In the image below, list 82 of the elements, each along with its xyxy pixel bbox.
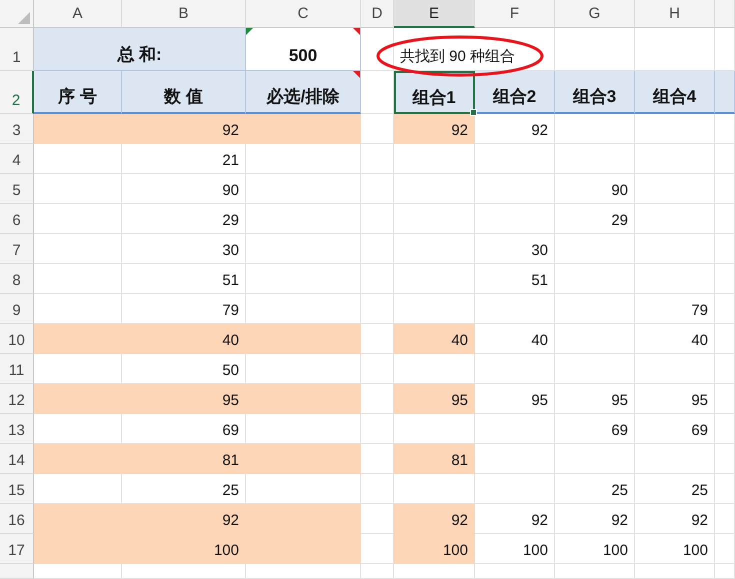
column-header[interactable]: [715, 0, 735, 28]
table-cell: 100: [394, 534, 475, 564]
table-cell: 92: [122, 504, 246, 534]
column-header[interactable]: E: [394, 0, 475, 28]
row-header[interactable]: 13: [0, 414, 34, 444]
table-cell: 79: [122, 294, 246, 324]
header-cell[interactable]: 组合3: [555, 71, 635, 114]
table-cell: 100: [635, 534, 715, 564]
header-cell: 序 号: [34, 71, 122, 114]
table-cell: 90: [555, 174, 635, 204]
column-header[interactable]: C: [246, 0, 361, 28]
table-cell: 90: [122, 174, 246, 204]
row-header[interactable]: 12: [0, 384, 34, 414]
table-cell: 69: [555, 414, 635, 444]
table-cell: 100: [122, 534, 246, 564]
table-cell: 92: [475, 504, 555, 534]
table-cell: 81: [122, 444, 246, 474]
table-cell: 50: [122, 354, 246, 384]
row-header[interactable]: 11: [0, 354, 34, 384]
total-cell: 500: [246, 28, 361, 71]
row-header[interactable]: 7: [0, 234, 34, 264]
row-header[interactable]: 4: [0, 144, 34, 174]
row-header[interactable]: 16: [0, 504, 34, 534]
column-header[interactable]: D: [361, 0, 394, 28]
column-header[interactable]: F: [475, 0, 555, 28]
table-cell: 79: [635, 294, 715, 324]
table-cell: 92: [555, 504, 635, 534]
table-cell: 51: [122, 264, 246, 294]
table-cell: 29: [122, 204, 246, 234]
row-header[interactable]: [0, 564, 34, 579]
table-cell: 69: [635, 414, 715, 444]
corner-triangle-icon: [18, 12, 30, 24]
fill-handle[interactable]: [470, 109, 477, 116]
row-header[interactable]: 15: [0, 474, 34, 504]
column-header[interactable]: H: [635, 0, 715, 28]
header-cell[interactable]: 组合4: [635, 71, 715, 114]
table-cell: 100: [555, 534, 635, 564]
result-cell: 共找到 90 种组合: [394, 28, 555, 71]
column-header[interactable]: B: [122, 0, 246, 28]
table-cell: 92: [475, 114, 555, 144]
header-cell[interactable]: 组合2: [475, 71, 555, 114]
table-cell: 69: [122, 414, 246, 444]
table-cell: 95: [475, 384, 555, 414]
row-header[interactable]: 17: [0, 534, 34, 564]
table-cell: 30: [475, 234, 555, 264]
table-cell: 30: [122, 234, 246, 264]
table-cell: 25: [635, 474, 715, 504]
header-cell[interactable]: 组合1: [394, 71, 475, 114]
table-cell: 95: [555, 384, 635, 414]
column-header[interactable]: G: [555, 0, 635, 28]
table-cell: 25: [122, 474, 246, 504]
header-cell: 必选/排除: [246, 71, 361, 114]
table-cell: 95: [394, 384, 475, 414]
table-cell: 95: [122, 384, 246, 414]
row-header[interactable]: 9: [0, 294, 34, 324]
row-header[interactable]: 6: [0, 204, 34, 234]
table-cell: 92: [394, 114, 475, 144]
table-cell: 95: [635, 384, 715, 414]
table-cell: 51: [475, 264, 555, 294]
row-header[interactable]: 3: [0, 114, 34, 144]
table-cell: 92: [394, 504, 475, 534]
select-all-corner[interactable]: [0, 0, 34, 28]
label-cell: 总 和:: [34, 28, 246, 71]
table-cell: 40: [635, 324, 715, 354]
row-header[interactable]: 2: [0, 71, 34, 114]
column-header[interactable]: A: [34, 0, 122, 28]
table-cell: 81: [394, 444, 475, 474]
table-cell: 40: [394, 324, 475, 354]
table-cell: 92: [635, 504, 715, 534]
table-cell: 100: [475, 534, 555, 564]
header-cell: 数 值: [122, 71, 246, 114]
row-header[interactable]: 10: [0, 324, 34, 354]
row-header[interactable]: 14: [0, 444, 34, 474]
table-cell: 21: [122, 144, 246, 174]
table-cell: 92: [122, 114, 246, 144]
table-cell: 40: [475, 324, 555, 354]
table-cell: 29: [555, 204, 635, 234]
table-cell: 40: [122, 324, 246, 354]
table-cell: 25: [555, 474, 635, 504]
row-header[interactable]: 8: [0, 264, 34, 294]
row-header[interactable]: 5: [0, 174, 34, 204]
row-header[interactable]: 1: [0, 28, 34, 71]
